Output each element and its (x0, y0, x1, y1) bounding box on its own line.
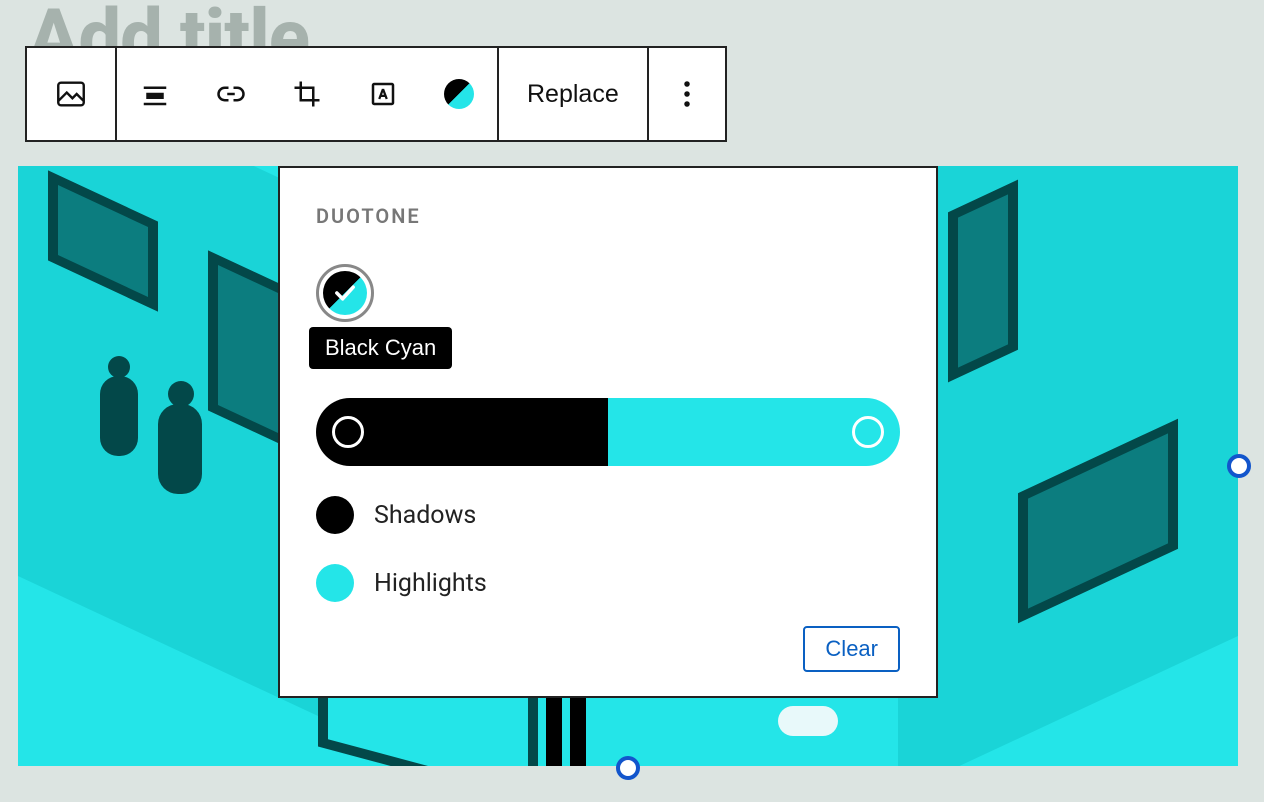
duotone-icon (444, 79, 474, 109)
swatch-tooltip: Black Cyan (309, 327, 452, 369)
duotone-heading: DUOTONE (316, 204, 900, 228)
highlights-color-row[interactable]: Highlights (316, 564, 900, 602)
more-vertical-icon (683, 79, 691, 109)
text-overlay-button[interactable] (345, 48, 421, 140)
align-icon (140, 79, 170, 109)
link-icon (216, 79, 246, 109)
replace-button[interactable]: Replace (499, 48, 647, 140)
shadows-color-row[interactable]: Shadows (316, 496, 900, 534)
duotone-swatch-black-cyan[interactable]: Black Cyan (316, 264, 374, 322)
shadows-label: Shadows (374, 501, 476, 530)
duotone-popover: DUOTONE Black Cyan Shadows Highlights Cl… (278, 166, 938, 698)
block-type-button[interactable] (27, 48, 115, 140)
duotone-button[interactable] (421, 48, 497, 140)
align-button[interactable] (117, 48, 193, 140)
duotone-gradient-bar[interactable] (316, 398, 900, 466)
gradient-handle-shadows[interactable] (332, 416, 364, 448)
shadows-color-dot (316, 496, 354, 534)
crop-button[interactable] (269, 48, 345, 140)
resize-handle-bottom[interactable] (616, 756, 640, 780)
gradient-handle-highlights[interactable] (852, 416, 884, 448)
highlights-label: Highlights (374, 569, 487, 598)
more-options-button[interactable] (649, 48, 725, 140)
block-toolbar: Replace (25, 46, 727, 142)
image-icon (54, 77, 88, 111)
resize-handle-right[interactable] (1227, 454, 1251, 478)
text-overlay-icon (368, 79, 398, 109)
clear-button[interactable]: Clear (803, 626, 900, 672)
highlights-color-dot (316, 564, 354, 602)
link-button[interactable] (193, 48, 269, 140)
duotone-swatch-icon (323, 271, 367, 315)
crop-icon (292, 79, 322, 109)
